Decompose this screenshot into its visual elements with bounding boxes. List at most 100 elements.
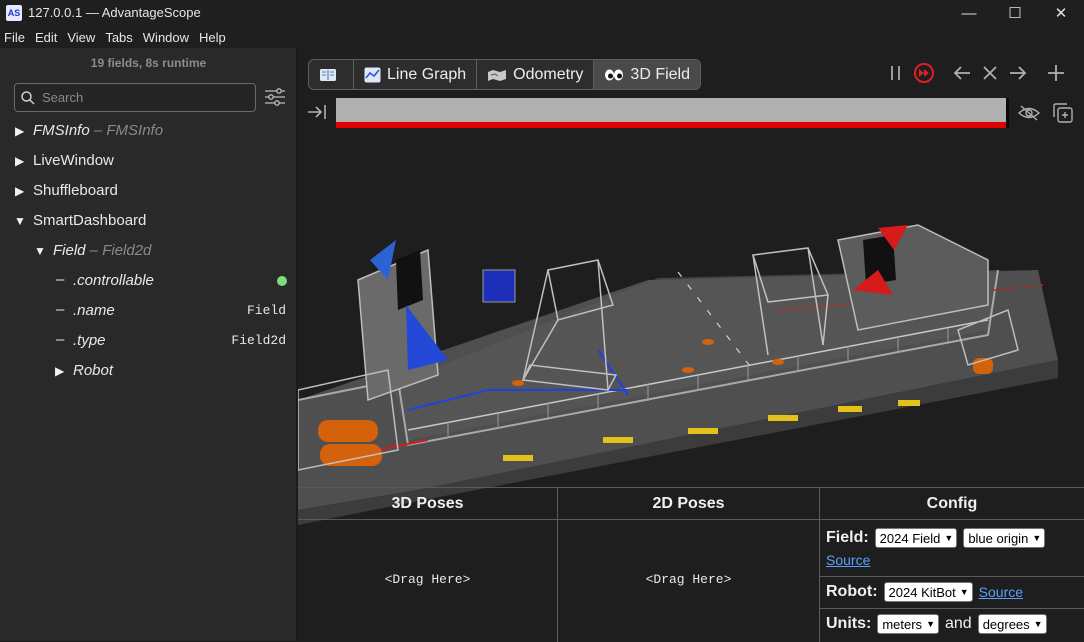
menu-view[interactable]: View [67,30,101,45]
angle-units-value: degrees [982,616,1030,632]
menu-window[interactable]: Window [143,30,195,45]
tree-label: .controllable [73,272,154,289]
filter-settings-icon[interactable] [264,88,286,106]
add-tab-button[interactable] [1044,61,1068,85]
leaf-dash: – [56,301,65,318]
arrow-right-icon [1010,66,1027,80]
2d-poses-column: 2D Poses <Drag Here> [558,488,820,642]
length-units-value: meters [882,616,923,632]
collapse-arrow-icon[interactable]: ▼ [14,214,26,228]
boolean-true-indicator [277,276,287,286]
tree-label: .type [73,332,106,349]
maximize-button[interactable]: ☐ [992,0,1038,26]
line-graph-icon [364,67,381,82]
field-select-value: 2024 Field [879,530,941,546]
field-select[interactable]: 2024 Field ▼ [874,528,958,548]
timeline-cursor[interactable] [1006,98,1009,128]
log-summary: 19 fields, 8s runtime [90,56,207,70]
robot-select-value: 2024 KitBot [888,584,956,600]
search-input[interactable] [42,87,247,108]
visibility-off-icon[interactable] [1018,104,1040,122]
search-box [14,83,256,112]
pause-button[interactable] [884,61,908,85]
robot-select[interactable]: 2024 KitBot ▼ [883,582,973,602]
config-table: 3D Poses <Drag Here> 2D Poses <Drag Here… [298,487,1084,642]
plus-icon [1048,65,1064,81]
tab-documentation[interactable] [309,60,354,89]
timeline-bar[interactable] [336,98,1008,128]
menu-bar: File Edit View Tabs Window Help [0,26,1084,48]
config-column: Config Field: 2024 Field ▼ blue origin ▼ S… [820,488,1084,642]
close-button[interactable]: ✕ [1038,0,1084,26]
maximize-icon: ☐ [1008,5,1022,22]
tree-item-field[interactable]: ▼ Field – Field2d [0,237,297,267]
blue-source [482,269,516,303]
expand-arrow-icon[interactable]: ▶ [15,124,24,138]
menu-file[interactable]: File [4,30,31,45]
menu-tabs[interactable]: Tabs [105,30,138,45]
field-source-row: Source [826,552,870,568]
expand-arrow-icon[interactable]: ▶ [15,154,24,168]
chevron-down-icon: ▼ [1032,533,1042,543]
collapse-sidebar-icon[interactable] [306,103,328,121]
tab-move-right-button[interactable] [1006,61,1030,85]
book-icon [320,68,336,81]
tree-label: Robot [73,362,114,379]
tree-item-fmsinfo[interactable]: ▶ FMSInfo – FMSInfo [0,117,297,147]
tree-item-shuffleboard[interactable]: ▶ Shuffleboard [0,177,297,207]
menu-help[interactable]: Help [199,30,232,45]
drag-target-2d[interactable]: <Drag Here> [558,572,819,587]
field-source-link[interactable]: Source [826,552,870,568]
tree-item-controllable[interactable]: – .controllable [0,267,297,297]
robot-config-row: Robot: 2024 KitBot ▼ Source [826,582,1023,602]
divider [820,608,1084,609]
tree-sublabel: – FMSInfo [89,122,164,139]
expand-arrow-icon[interactable]: ▶ [15,184,24,198]
popup-window-icon[interactable] [1052,102,1074,124]
eyes-icon [605,69,624,80]
robot-source-link[interactable]: Source [979,584,1023,600]
pause-icon [891,66,900,80]
3d-poses-column: 3D Poses <Drag Here> [298,488,558,642]
origin-select[interactable]: blue origin ▼ [963,528,1046,548]
tab-move-left-button[interactable] [950,61,974,85]
leaf-dash: – [56,271,65,288]
units-label: Units: [826,615,872,632]
angle-units-select[interactable]: degrees ▼ [977,614,1047,634]
fast-forward-live-icon [914,63,934,83]
drag-target-3d[interactable]: <Drag Here> [298,572,557,587]
minimize-icon: — [961,4,977,22]
arrow-left-icon [953,66,970,80]
tree-label: SmartDashboard [33,212,147,229]
leaf-dash: – [56,331,65,348]
tree-item-type[interactable]: – .type Field2d [0,327,297,357]
field-render [298,224,1058,525]
minimize-button[interactable]: — [946,0,992,26]
tree-label: FMSInfo [33,122,90,139]
tab-line-graph[interactable]: Line Graph [354,60,478,89]
close-tab-button[interactable] [978,61,1002,85]
x-icon [983,66,997,80]
menu-edit[interactable]: Edit [35,30,63,45]
tab-odometry[interactable]: Odometry [477,60,595,89]
live-mode-button[interactable] [912,61,936,85]
collapse-arrow-icon[interactable]: ▼ [34,244,46,258]
tab-label: 3D Field [630,65,690,83]
app-logo-text: AS [7,8,21,18]
tree-label: Shuffleboard [33,182,118,199]
expand-arrow-icon[interactable]: ▶ [55,364,64,378]
length-units-select[interactable]: meters ▼ [877,614,939,634]
tree-item-robot[interactable]: ▶ Robot [0,357,297,387]
origin-select-value: blue origin [968,530,1029,546]
tree-item-livewindow[interactable]: ▶ LiveWindow [0,147,297,177]
3d-field-viewport[interactable] [298,130,1084,534]
field-label: Field: [826,529,869,546]
app-logo-icon: AS [6,5,22,21]
tree-sublabel: – Field2d [85,242,152,259]
tab-3d-field[interactable]: 3D Field [594,60,700,89]
tree-value: Field2d [231,333,286,348]
tree-item-smartdashboard[interactable]: ▼ SmartDashboard [0,207,297,237]
sidebar: 19 fields, 8s runtime ▶ FMSInfo – FMSInf… [0,48,297,641]
title-bar: AS 127.0.0.1 — AdvantageScope — ☐ ✕ [0,0,1084,26]
tree-item-name[interactable]: – .name Field [0,297,297,327]
